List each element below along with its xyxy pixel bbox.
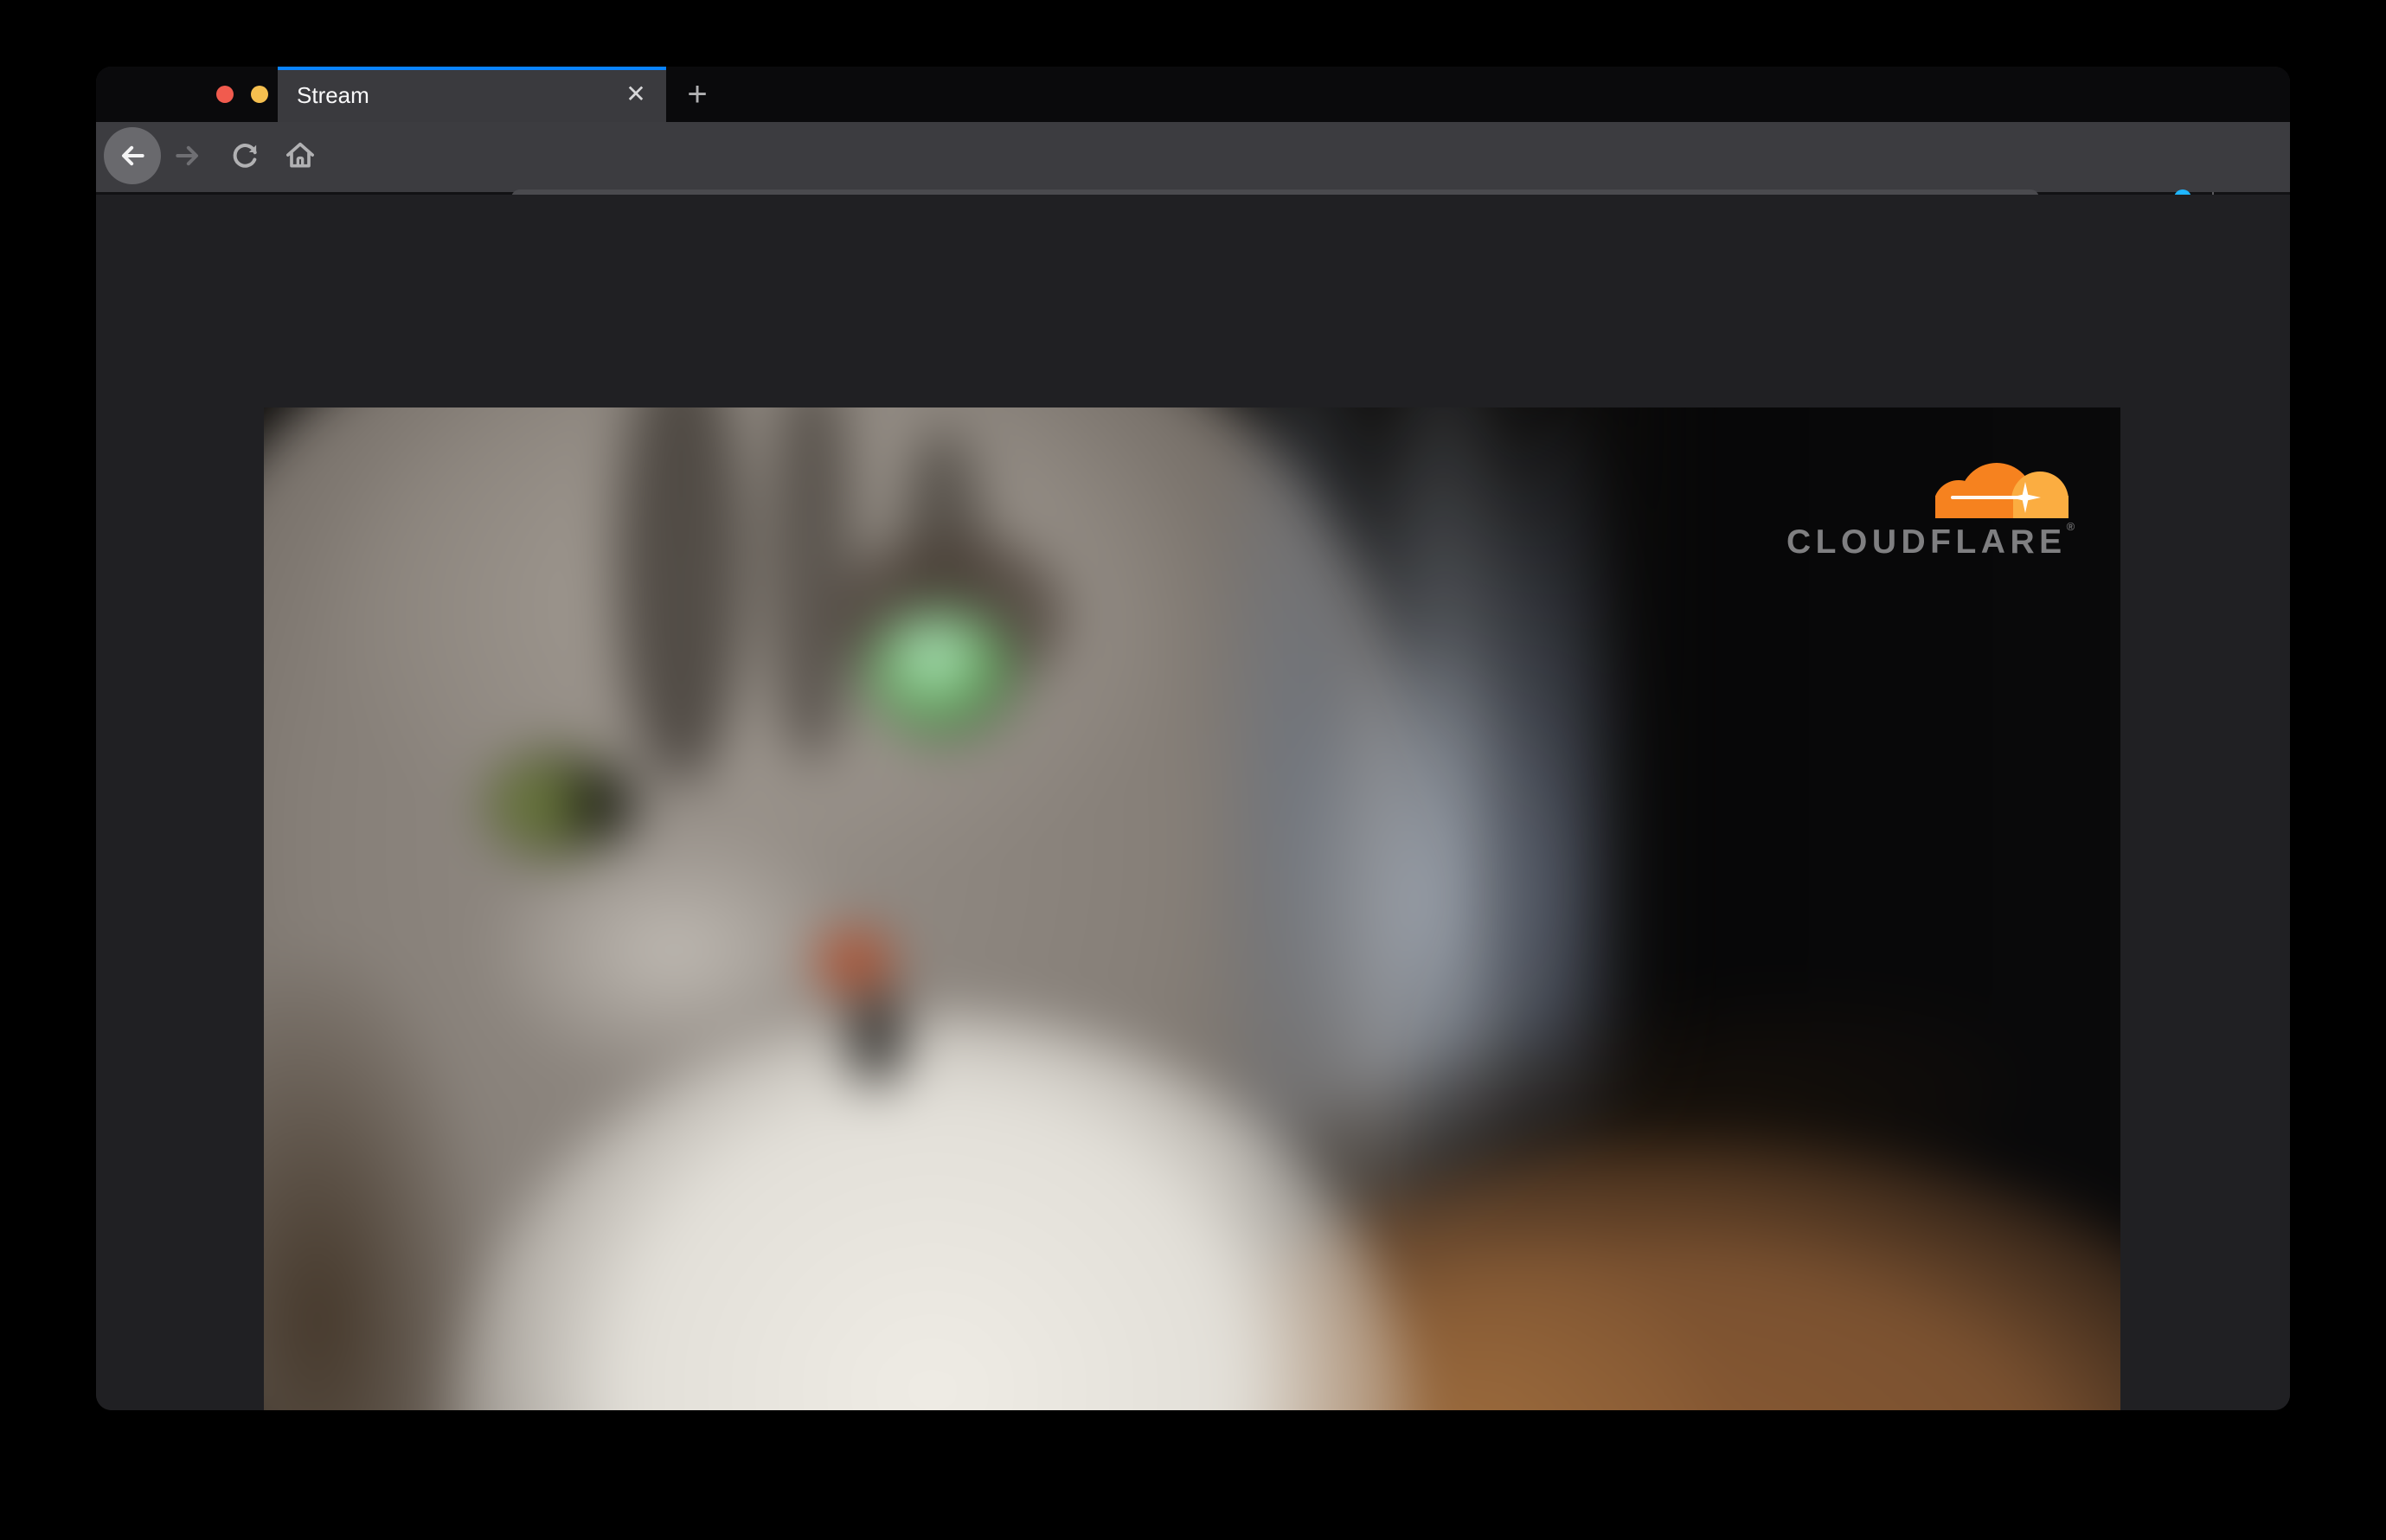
- tab-close-button[interactable]: ✕: [619, 77, 653, 112]
- home-icon: [283, 138, 317, 173]
- desktop: { "browser": { "traffic_lights": { "clos…: [0, 0, 2386, 1540]
- traffic-light-close-button[interactable]: [216, 86, 234, 103]
- tab-stream[interactable]: Stream ✕: [278, 67, 666, 122]
- new-tab-button[interactable]: +: [677, 75, 717, 113]
- tab-bar: Stream ✕ +: [96, 67, 2290, 122]
- forward-arrow-icon: [170, 138, 205, 173]
- reload-icon: [228, 138, 262, 173]
- tab-title: Stream: [297, 82, 369, 108]
- back-button[interactable]: [104, 127, 161, 184]
- cat-right-eye: [867, 611, 1017, 737]
- cat-nose: [813, 930, 895, 993]
- trademark-symbol: ®: [2066, 520, 2075, 533]
- forward-button[interactable]: [159, 127, 216, 184]
- cloudflare-cloud-icon: [1935, 458, 2069, 518]
- traffic-light-minimize-button[interactable]: [251, 86, 268, 103]
- reload-button[interactable]: [216, 127, 273, 184]
- video-player[interactable]: CLOUDFLARE®: [264, 407, 2120, 1410]
- page-content: CLOUDFLARE®: [96, 195, 2290, 1410]
- cloudflare-watermark: CLOUDFLARE®: [1786, 458, 2075, 561]
- home-button[interactable]: [272, 127, 329, 184]
- back-arrow-icon: [115, 138, 150, 173]
- cloudflare-wordmark: CLOUDFLARE®: [1786, 520, 2075, 561]
- browser-window: Stream ✕ + CLOUDFLARE®: [96, 67, 2290, 1410]
- navigation-toolbar: https://watch.cloudflarestream.com/11859…: [96, 122, 2290, 240]
